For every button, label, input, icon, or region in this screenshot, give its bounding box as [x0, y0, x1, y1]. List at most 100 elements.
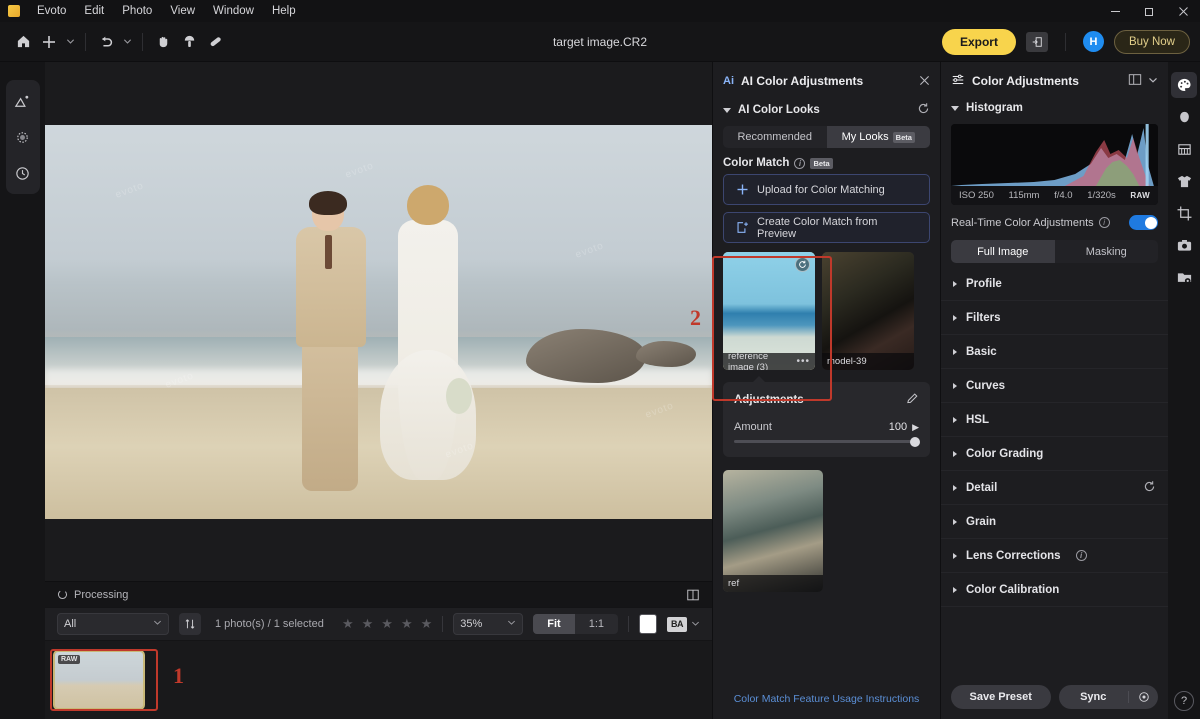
create-color-match-from-preview-button[interactable]: Create Color Match from Preview: [723, 212, 930, 243]
save-preset-button[interactable]: Save Preset: [951, 685, 1051, 709]
reset-icon[interactable]: [1143, 480, 1156, 496]
section-label: Grain: [966, 515, 997, 528]
sort-icon[interactable]: [179, 613, 201, 635]
minimize-icon[interactable]: [1098, 0, 1132, 22]
fit-button[interactable]: Fit: [533, 614, 575, 634]
menu-item-view[interactable]: View: [161, 0, 204, 22]
chevron-down-icon-compare[interactable]: [691, 617, 700, 631]
background-color-swatch[interactable]: [639, 614, 657, 634]
split-view-icon[interactable]: [686, 588, 700, 602]
realtime-toggle[interactable]: [1129, 215, 1158, 230]
zoom-select[interactable]: 35%: [453, 613, 524, 635]
section-basic[interactable]: Basic: [941, 335, 1168, 369]
tab-full-image[interactable]: Full Image: [951, 240, 1055, 263]
teeth-icon[interactable]: [1171, 136, 1197, 162]
gear-icon[interactable]: [1128, 691, 1158, 703]
amount-value[interactable]: 100: [889, 421, 907, 433]
chevron-down-icon[interactable]: [1148, 74, 1158, 88]
before-after-icon[interactable]: BA: [667, 616, 687, 632]
tab-recommended[interactable]: Recommended: [723, 126, 827, 148]
buy-now-button[interactable]: Buy Now: [1113, 29, 1190, 54]
menu-item-edit[interactable]: Edit: [75, 0, 113, 22]
section-color-grading[interactable]: Color Grading: [941, 437, 1168, 471]
palette-icon[interactable]: [1171, 72, 1197, 98]
face-retouch-icon[interactable]: [1171, 104, 1197, 130]
one-to-one-button[interactable]: 1:1: [575, 614, 618, 634]
ai-enhance-icon[interactable]: [6, 84, 40, 118]
look-menu-icon[interactable]: •••: [796, 356, 810, 367]
histogram-header[interactable]: Histogram: [941, 94, 1168, 120]
upload-for-color-matching-button[interactable]: Upload for Color Matching: [723, 174, 930, 205]
panel-layout-icon[interactable]: [1128, 73, 1142, 89]
section-lens-corrections[interactable]: Lens Corrections i: [941, 539, 1168, 573]
section-filters[interactable]: Filters: [941, 301, 1168, 335]
info-icon[interactable]: i: [1075, 550, 1087, 561]
play-arrow-icon[interactable]: ▶: [912, 422, 919, 433]
menu-item-window[interactable]: Window: [204, 0, 263, 22]
look-card-reference-image[interactable]: reference image (3) •••: [723, 252, 815, 370]
close-icon[interactable]: [919, 74, 930, 89]
panel-footer: Save Preset Sync: [941, 675, 1168, 719]
menu-item-evoto[interactable]: Evoto: [28, 0, 75, 22]
look-label: reference image (3): [728, 350, 769, 371]
app-logo-icon: [8, 5, 20, 17]
fit-zoom-toggle[interactable]: Fit 1:1: [533, 614, 618, 634]
healing-brush-icon[interactable]: [202, 29, 228, 55]
close-icon[interactable]: [1166, 0, 1200, 22]
ai-color-looks-header[interactable]: AI Color Looks: [713, 94, 940, 124]
maximize-icon[interactable]: [1132, 0, 1166, 22]
reset-icon[interactable]: [917, 102, 930, 118]
section-color-calibration[interactable]: Color Calibration: [941, 573, 1168, 607]
reference-card[interactable]: ref: [723, 470, 823, 592]
history-icon[interactable]: [6, 156, 40, 190]
plus-icon[interactable]: [36, 29, 62, 55]
color-match-instructions-link[interactable]: Color Match Feature Usage Instructions: [734, 693, 920, 705]
star-icon-3[interactable]: ★: [381, 616, 393, 632]
section-curves[interactable]: Curves: [941, 369, 1168, 403]
tab-my-looks[interactable]: My Looks Beta: [826, 126, 930, 148]
stamp-icon[interactable]: [176, 29, 202, 55]
chevron-down-icon-undo[interactable]: [119, 29, 135, 55]
look-card-model-39[interactable]: model-39: [822, 252, 914, 370]
star-icon-1[interactable]: ★: [342, 616, 354, 632]
menu-item-help[interactable]: Help: [263, 0, 305, 22]
settings-dial-icon[interactable]: [6, 120, 40, 154]
menu-item-photo[interactable]: Photo: [113, 0, 161, 22]
chevron-down-icon-add[interactable]: [62, 29, 78, 55]
folder-preview-icon[interactable]: [1171, 264, 1197, 290]
filmstrip-item[interactable]: RAW: [53, 650, 145, 710]
star-icon-2[interactable]: ★: [362, 616, 374, 632]
avatar[interactable]: H: [1082, 31, 1104, 52]
export-button[interactable]: Export: [941, 28, 1016, 55]
pencil-icon[interactable]: [906, 392, 919, 408]
crop-icon[interactable]: [1171, 200, 1197, 226]
sync-button[interactable]: Sync: [1059, 691, 1129, 703]
info-icon[interactable]: i: [794, 157, 806, 169]
toolbar-divider: [85, 32, 86, 51]
undo-icon[interactable]: [93, 29, 119, 55]
amount-slider[interactable]: [734, 436, 920, 447]
section-detail[interactable]: Detail: [941, 471, 1168, 505]
star-icon-5[interactable]: ★: [421, 616, 433, 632]
photo-preview[interactable]: evoto evoto evoto evoto evoto evoto: [45, 124, 712, 519]
help-button[interactable]: ?: [1174, 691, 1194, 711]
filmstrip-thumbnail[interactable]: RAW: [53, 650, 145, 710]
processing-bar: Processing: [45, 581, 712, 607]
compare-toggle[interactable]: BA: [667, 616, 700, 632]
photo-canvas[interactable]: evoto evoto evoto evoto evoto evoto: [45, 62, 712, 581]
camera-icon[interactable]: [1171, 232, 1197, 258]
filter-select[interactable]: All: [57, 613, 169, 635]
star-icon-4[interactable]: ★: [401, 616, 413, 632]
section-profile[interactable]: Profile: [941, 267, 1168, 301]
section-hsl[interactable]: HSL: [941, 403, 1168, 437]
tab-masking[interactable]: Masking: [1055, 240, 1159, 263]
export-arrow-icon[interactable]: [1025, 31, 1048, 52]
home-icon[interactable]: [10, 29, 36, 55]
section-grain[interactable]: Grain: [941, 505, 1168, 539]
info-icon[interactable]: i: [1098, 217, 1110, 228]
clothing-icon[interactable]: [1171, 168, 1197, 194]
rating-stars[interactable]: ★ ★ ★ ★ ★: [342, 616, 432, 632]
amount-slider-knob[interactable]: [910, 436, 920, 447]
hand-icon[interactable]: [150, 29, 176, 55]
refresh-icon[interactable]: [795, 257, 810, 272]
